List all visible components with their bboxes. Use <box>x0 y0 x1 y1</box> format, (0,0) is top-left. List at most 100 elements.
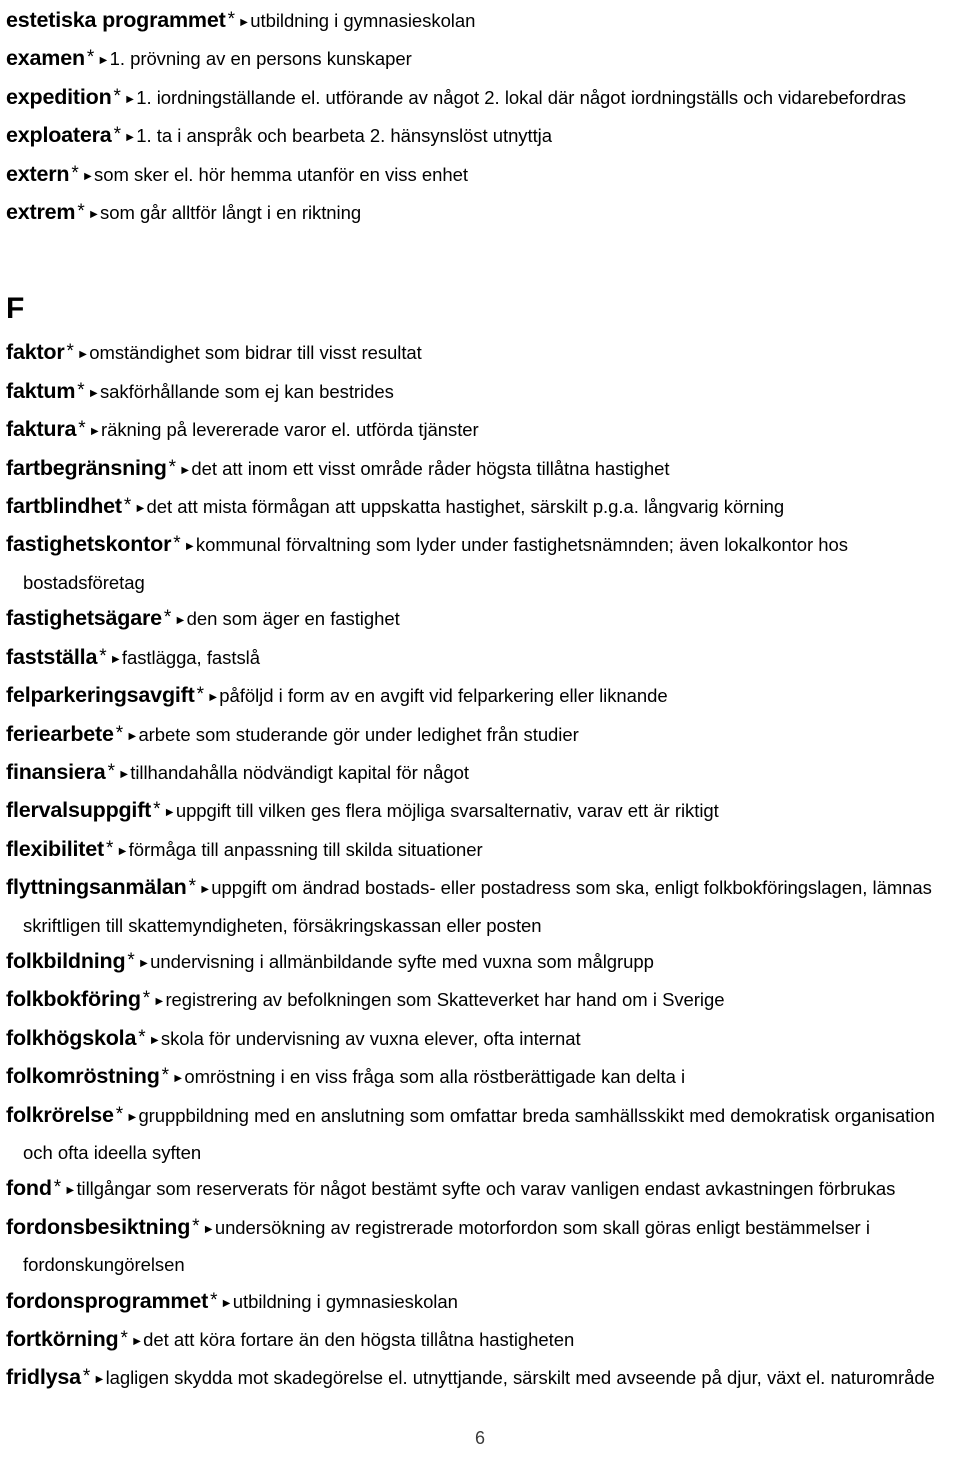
glossary-entry: felparkeringsavgift * ►påföljd i form av e… <box>6 677 954 715</box>
asterisk-marker: * <box>123 495 132 517</box>
triangle-marker-icon: ► <box>237 15 251 29</box>
triangle-marker-icon: ► <box>117 766 131 781</box>
page-number: 6 <box>474 1428 485 1448</box>
entry-headword: expedition <box>6 84 112 109</box>
glossary-entry: flyttningsanmälan * ►uppgift om ändrad bos… <box>6 869 954 943</box>
asterisk-marker: * <box>71 162 79 184</box>
entry-headword: folkomröstning <box>6 1064 160 1089</box>
glossary-entry: exploatera * ►1. ta i anspråk och bearbeta… <box>6 117 954 155</box>
triangle-marker-icon: ► <box>206 690 220 705</box>
triangle-marker-icon: ► <box>183 539 196 554</box>
triangle-marker-icon: ► <box>198 882 212 897</box>
asterisk-marker: * <box>77 201 85 223</box>
asterisk-marker: * <box>86 47 95 69</box>
entry-definition: tillhandahålla nödvändigt kapital för nå… <box>130 761 469 783</box>
triangle-marker-icon: ► <box>130 1334 144 1348</box>
asterisk-marker: * <box>77 379 85 401</box>
entry-headword: fridlysa <box>6 1365 81 1390</box>
glossary-entry: fond * ►tillgångar som reserverats för någ… <box>6 1170 954 1208</box>
entry-definition: omröstning i en viss fråga som alla röst… <box>184 1066 686 1088</box>
triangle-marker-icon: ► <box>81 168 95 183</box>
asterisk-marker: * <box>107 760 115 782</box>
glossary-entry: fortkörning * ►det att köra fortare än den… <box>6 1321 954 1359</box>
asterisk-marker: * <box>78 418 86 440</box>
entry-headword: exploatera <box>6 123 112 148</box>
glossary-entry: faktum * ►sakförhållande som ej kan bestri… <box>6 373 954 411</box>
entry-definition: utbildning i gymnasieskolan <box>250 10 476 31</box>
entry-definition: arbete som studerande gör under ledighet… <box>138 723 579 745</box>
asterisk-marker: * <box>161 1065 170 1087</box>
triangle-marker-icon: ► <box>123 130 137 145</box>
glossary-entry: extern * ►som sker el. hör hemma utanför e… <box>6 156 954 194</box>
glossary-entry: fartblindhet * ►det att mista förmågan att… <box>6 488 954 526</box>
glossary-entry: finansiera * ►tillhandahålla nödvändigt ka… <box>6 754 954 792</box>
section-letter-heading: F <box>6 292 25 326</box>
glossary-entry: expedition * ►1. iordningställande el. utf… <box>6 79 954 117</box>
entry-headword: folkhögskola <box>6 1025 137 1050</box>
entry-headword: flexibilitet <box>6 836 104 861</box>
glossary-content: estetiska programmet * ►utbildning i gymna… <box>6 2 954 1398</box>
entry-definition: det att inom ett visst område råder högs… <box>191 457 670 479</box>
asterisk-marker: * <box>113 124 121 146</box>
glossary-entry: extrem * ►som går alltför långt i en riktn… <box>6 194 954 232</box>
entry-definition: fastlägga, fastslå <box>121 646 260 668</box>
asterisk-marker: * <box>196 684 204 706</box>
entries-group-f: faktor * ►omständighet som bidrar till vis… <box>6 334 954 1397</box>
entry-definition: registrering av befolkningen som Skattev… <box>165 989 725 1011</box>
entry-definition: det att mista förmågan att uppskatta has… <box>146 496 785 518</box>
asterisk-marker: * <box>227 9 235 30</box>
glossary-entry: fordonsbesiktning * ►undersökning av regis… <box>6 1209 954 1283</box>
entry-headword: fartblindhet <box>6 494 122 519</box>
asterisk-marker: * <box>168 456 177 478</box>
triangle-marker-icon: ► <box>174 613 187 628</box>
entry-headword: fordonsbesiktning <box>6 1214 191 1239</box>
glossary-entry: folkrörelse * ►gruppbildning med en anslut… <box>6 1097 954 1171</box>
glossary-entry: feriearbete * ►arbete som studerande gör u… <box>6 716 954 754</box>
asterisk-marker: * <box>120 1328 128 1349</box>
entry-headword: folkrörelse <box>6 1102 114 1127</box>
triangle-marker-icon: ► <box>163 805 176 820</box>
asterisk-marker: * <box>210 1289 218 1311</box>
entry-headword: estetiska programmet <box>6 8 226 32</box>
entry-definition: uppgift till vilken ges flera möjliga sv… <box>175 800 719 822</box>
entry-headword: feriearbete <box>6 721 114 746</box>
glossary-entry: flexibilitet * ►förmåga till anpassning ti… <box>6 831 954 869</box>
asterisk-marker: * <box>66 341 74 363</box>
asterisk-marker: * <box>113 85 121 107</box>
entry-headword: fastställa <box>6 644 98 669</box>
entry-headword: flervalsuppgift <box>6 798 152 823</box>
triangle-marker-icon: ► <box>76 347 90 362</box>
entry-headword: fastighetskontor <box>6 532 172 557</box>
glossary-entry: fastställa * ►fastlägga, fastslå <box>6 639 954 677</box>
entry-headword: faktor <box>6 340 65 365</box>
entry-headword: fortkörning <box>6 1327 119 1351</box>
asterisk-marker: * <box>115 1103 124 1125</box>
glossary-entry: examen * ►1. prövning av en persons kunska… <box>6 40 954 78</box>
section-spacer-bottom <box>6 326 954 334</box>
asterisk-marker: * <box>163 607 172 629</box>
triangle-marker-icon: ► <box>87 207 101 222</box>
entry-headword: folkbildning <box>6 948 126 973</box>
entry-definition: 1. ta i anspråk och bearbeta 2. hänsynsl… <box>136 125 552 147</box>
glossary-entry: folkomröstning * ►omröstning i en viss frå… <box>6 1058 954 1096</box>
entry-definition: sakförhållande som ej kan bestrides <box>99 380 394 402</box>
entry-definition: det att köra fortare än den högsta tillå… <box>143 1329 575 1350</box>
glossary-entry: fridlysa * ►lagligen skydda mot skadegörel… <box>6 1359 954 1397</box>
triangle-marker-icon: ► <box>220 1295 233 1310</box>
asterisk-marker: * <box>173 533 181 555</box>
entry-definition: undervisning i allmänbildande syfte med … <box>150 950 654 972</box>
triangle-marker-icon: ► <box>97 53 110 68</box>
triangle-marker-icon: ► <box>179 462 192 477</box>
asterisk-marker: * <box>192 1215 200 1237</box>
glossary-entry: flervalsuppgift * ►uppgift till vilken ges… <box>6 792 954 830</box>
glossary-entry: folkbokföring * ►registrering av befolknin… <box>6 981 954 1019</box>
entry-definition: tillgångar som reserverats för något bes… <box>76 1178 896 1200</box>
triangle-marker-icon: ► <box>87 385 100 400</box>
triangle-marker-icon: ► <box>172 1071 185 1086</box>
triangle-marker-icon: ► <box>148 1032 161 1047</box>
triangle-marker-icon: ► <box>126 728 139 743</box>
triangle-marker-icon: ► <box>202 1221 215 1236</box>
entry-headword: flyttningsanmälan <box>6 875 187 900</box>
asterisk-marker: * <box>99 645 107 667</box>
entry-definition: påföljd i form av en avgift vid felparke… <box>219 685 668 707</box>
